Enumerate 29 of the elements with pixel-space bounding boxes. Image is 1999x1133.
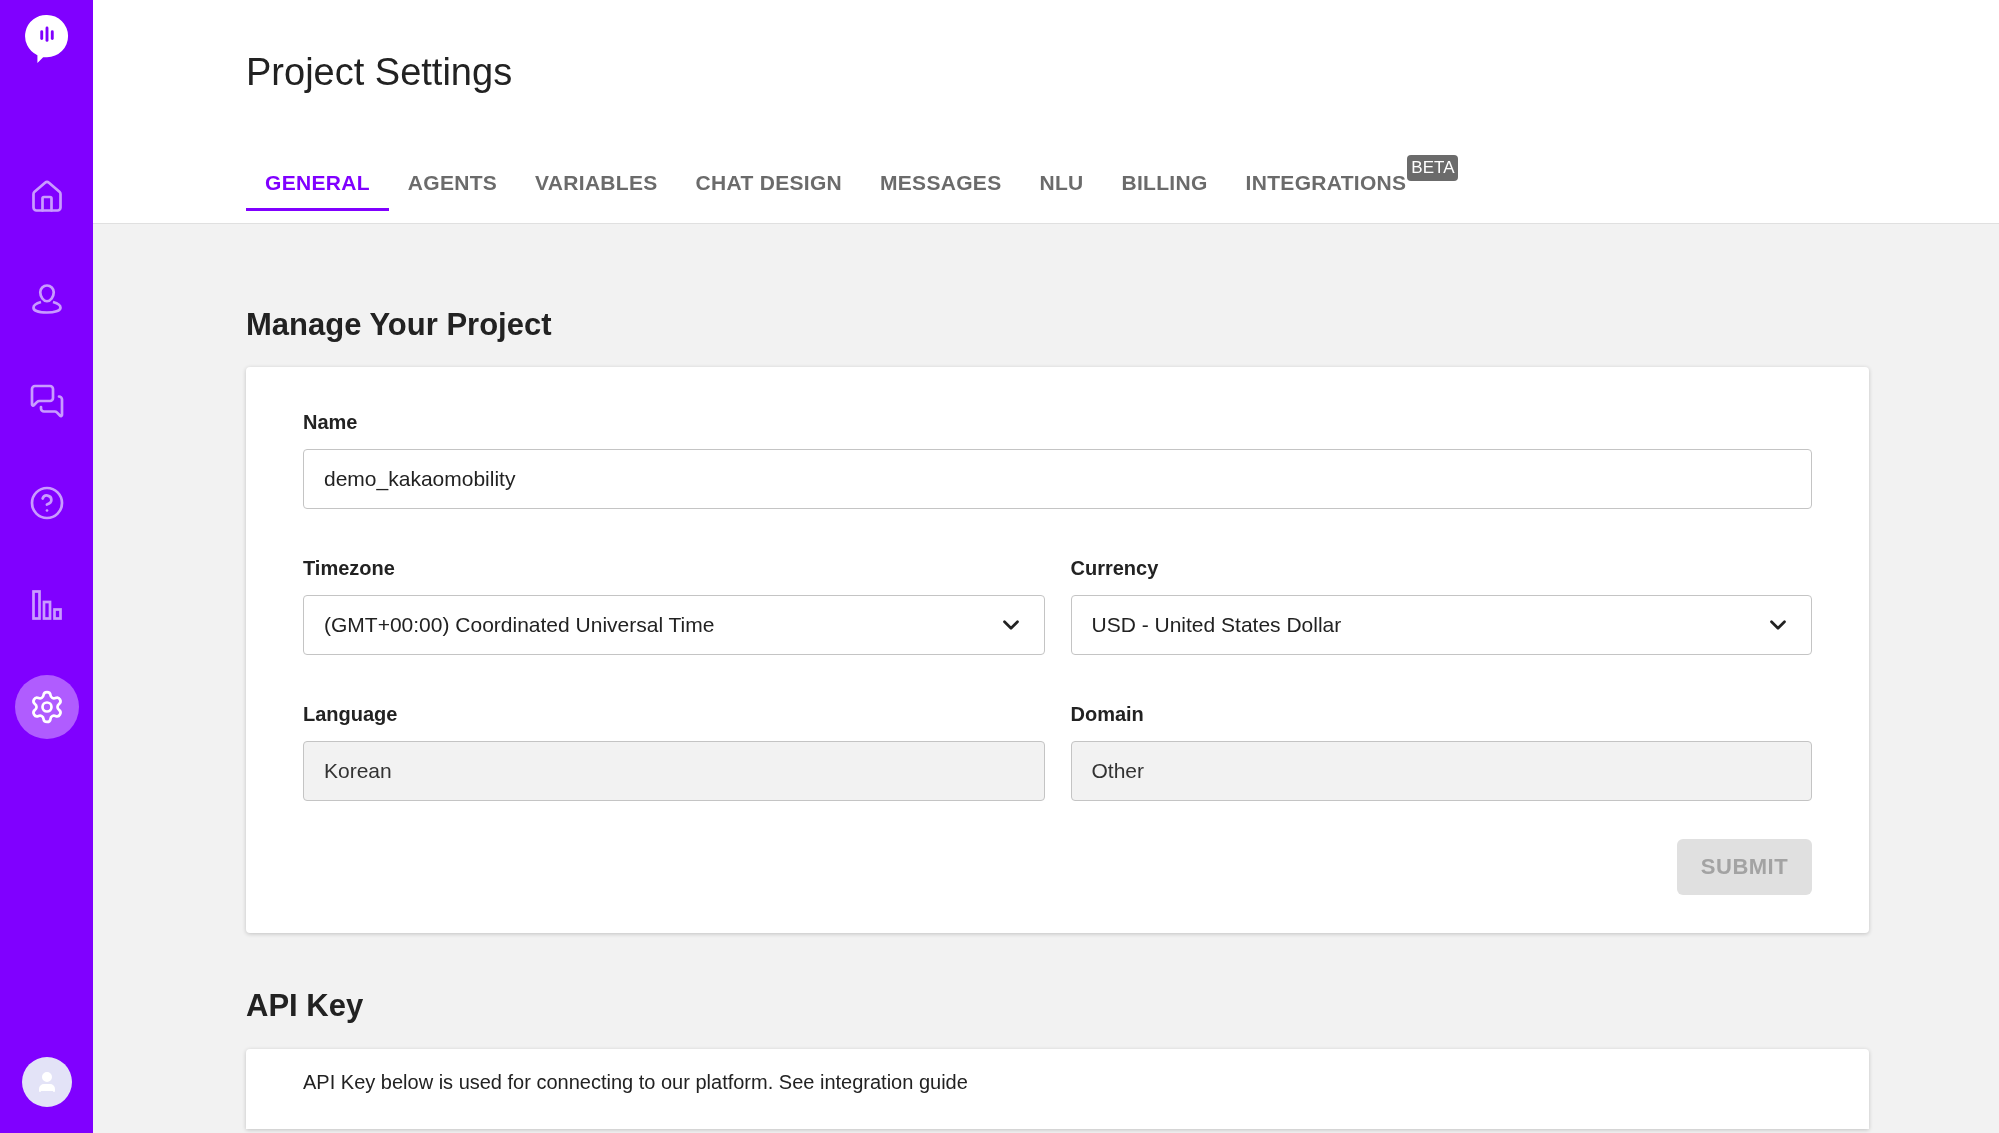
- field-value: USD - United States Dollar: [1091, 611, 1343, 638]
- page-title: Project Settings: [246, 50, 514, 95]
- tab[interactable]: GENERAL: [246, 153, 389, 211]
- field-label: Domain: [1070, 701, 1145, 727]
- tab[interactable]: VARIABLES: [516, 153, 677, 211]
- chat-bubbles-icon: [28, 383, 65, 419]
- field-label: Timezone: [303, 555, 396, 581]
- field-value: Other: [1091, 757, 1146, 784]
- api-description: API Key below is used for connecting to our platform. See integration guide: [303, 1070, 969, 1095]
- help-icon: [28, 485, 65, 521]
- section-title: API Key: [246, 986, 365, 1025]
- tab[interactable]: AGENTS: [388, 153, 517, 211]
- tab[interactable]: NLU: [1020, 153, 1103, 211]
- logo-icon: [23, 12, 70, 63]
- tab[interactable]: MESSAGES: [861, 153, 1021, 211]
- input-field[interactable]: demo_kakaomobility: [303, 448, 1812, 509]
- beta-badge: BETA: [1407, 155, 1459, 181]
- tab[interactable]: CHAT DESIGN: [676, 153, 861, 211]
- field-label: Name: [303, 409, 359, 435]
- field-label: Currency: [1070, 555, 1160, 581]
- tab[interactable]: BILLING: [1102, 153, 1227, 211]
- section-title: Manage Your Project: [246, 306, 553, 344]
- select-field[interactable]: (GMT+00:00) Coordinated Universal Time: [303, 594, 1045, 655]
- select-field[interactable]: USD - United States Dollar: [1070, 594, 1812, 655]
- field-value: demo_kakaomobility: [324, 465, 517, 493]
- field-value: (GMT+00:00) Coordinated Universal Time: [324, 611, 716, 638]
- field-value: Korean: [324, 757, 393, 784]
- field-label: Language: [303, 701, 399, 727]
- avatar[interactable]: [21, 1057, 72, 1107]
